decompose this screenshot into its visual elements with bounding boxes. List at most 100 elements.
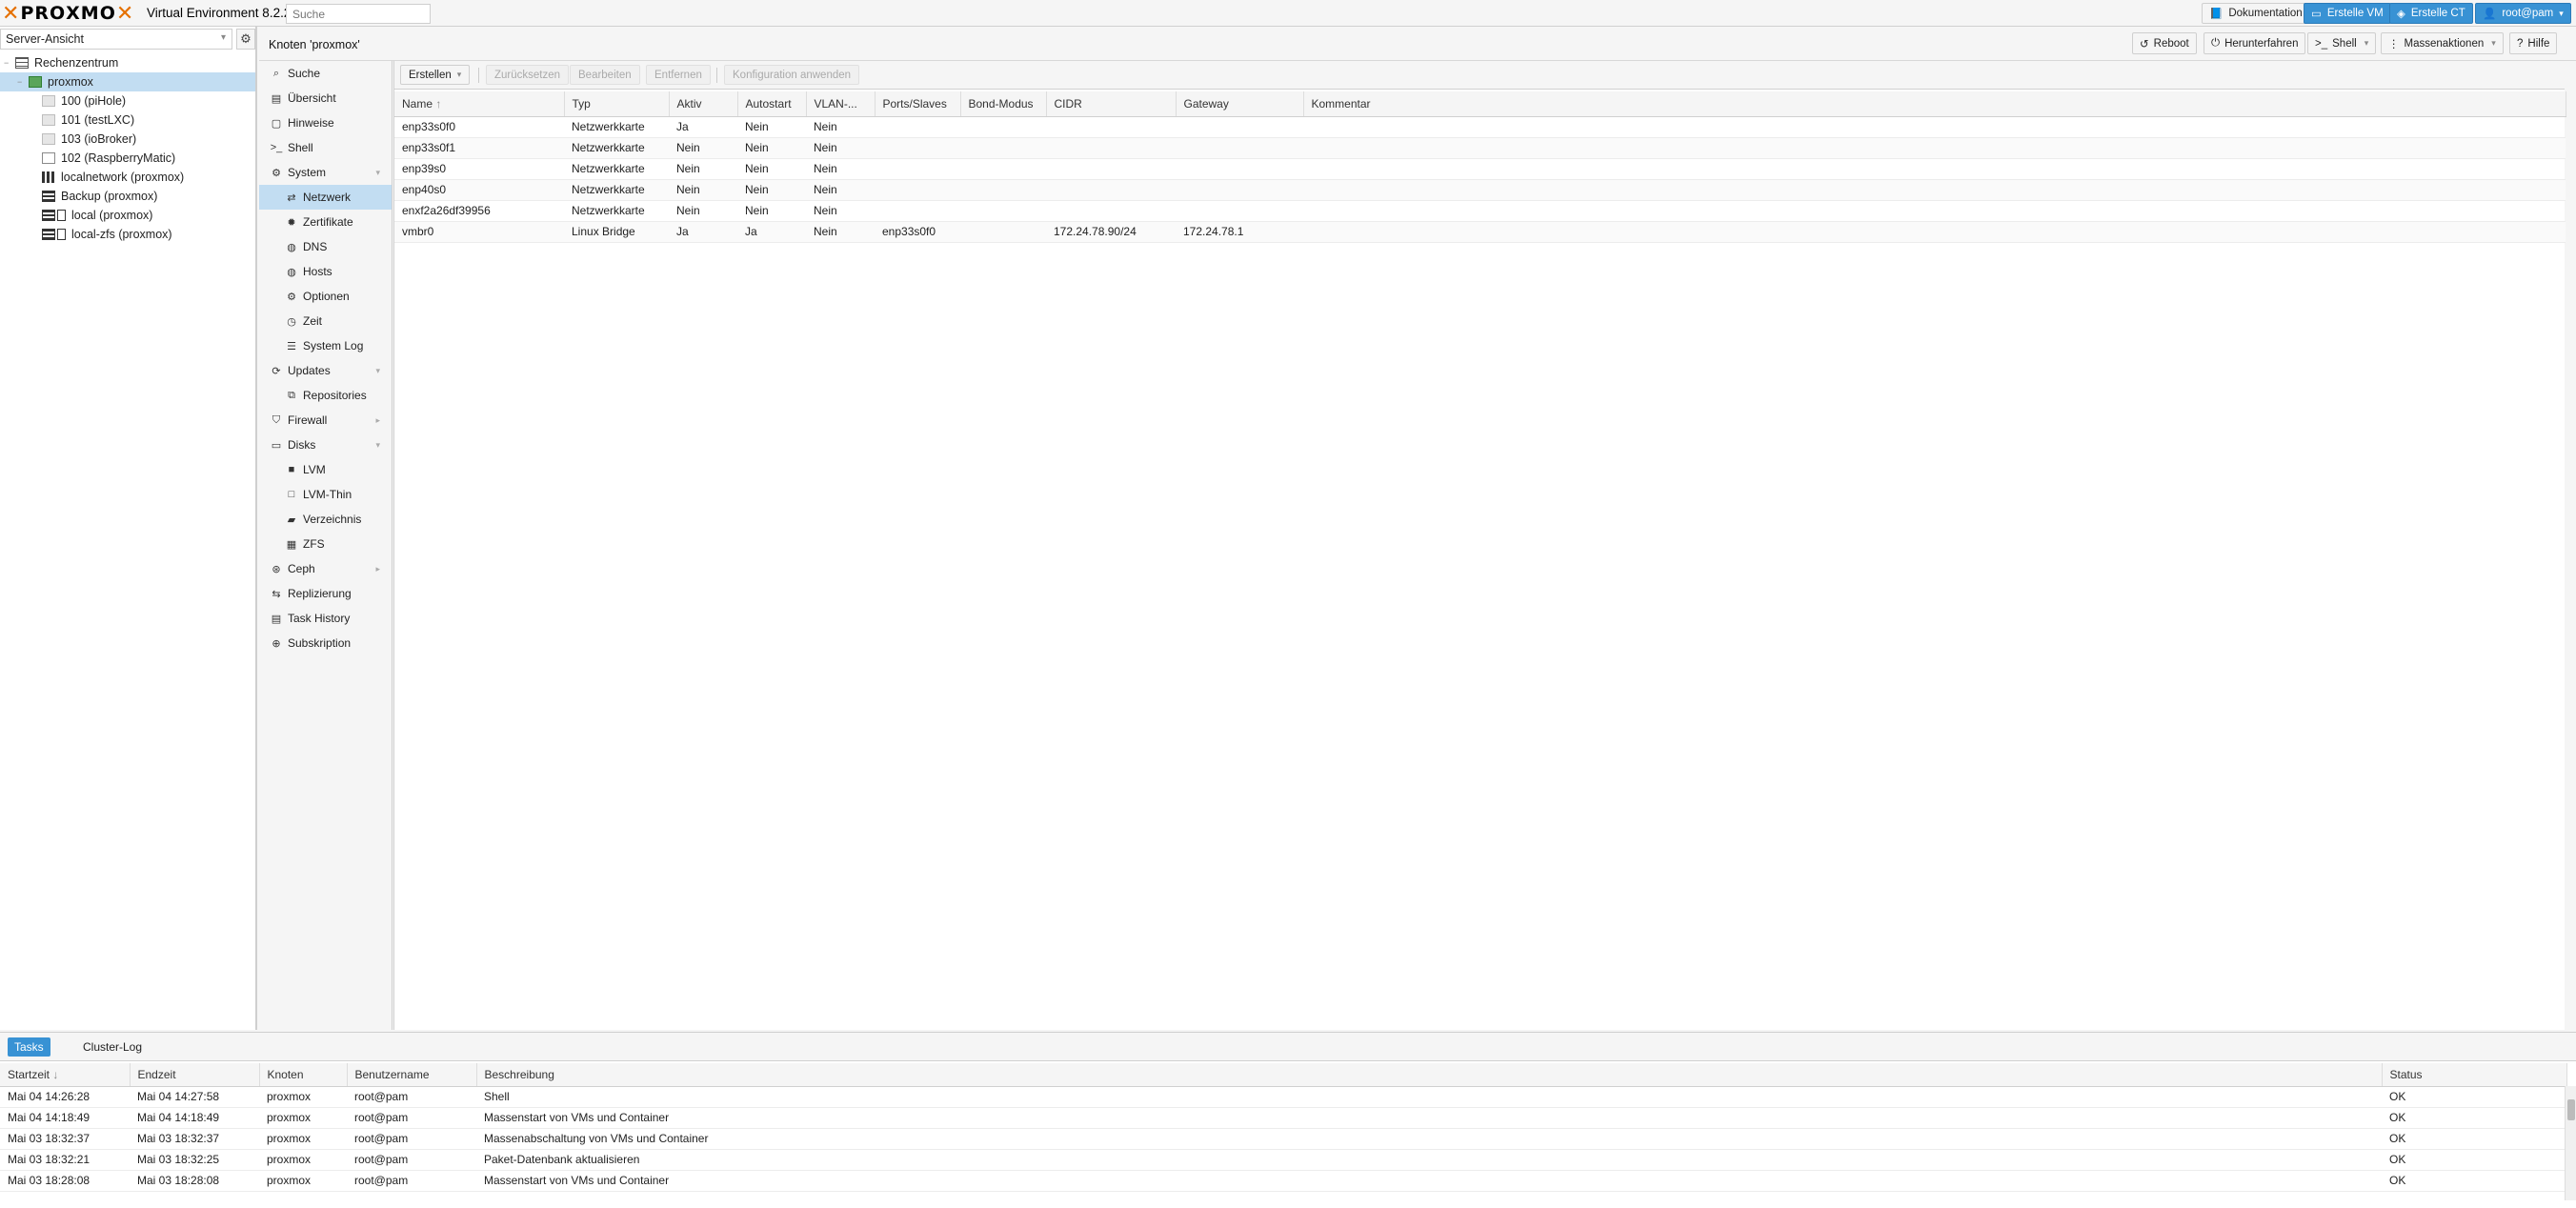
menu-item-firewall[interactable]: ⛉ Firewall ▸ xyxy=(259,408,392,433)
revert-button[interactable]: Zurücksetzen xyxy=(486,65,570,85)
table-row[interactable]: enxf2a26df39956 Netzwerkkarte Nein Nein Nein xyxy=(394,200,2566,222)
table-row[interactable]: enp39s0 Netzwerkkarte Nein Nein Nein xyxy=(394,158,2566,180)
menu-item-subscription[interactable]: ⊕ Subskription xyxy=(259,631,392,655)
column-header-start-time[interactable]: Startzeit ↓ xyxy=(0,1063,131,1087)
tasks-scrollbar[interactable] xyxy=(2565,1086,2576,1200)
shell-button[interactable]: >_ Shell ▾ xyxy=(2307,32,2377,54)
column-header-autostart[interactable]: Autostart xyxy=(737,91,807,117)
tree-item-backup-storage[interactable]: Backup (proxmox) xyxy=(0,187,255,206)
cell-status: OK xyxy=(2382,1170,2566,1192)
content-header: Knoten 'proxmox' ↺ Reboot ⏻ Herunterfahr… xyxy=(259,27,2576,61)
tree-item-node-proxmox[interactable]: − proxmox xyxy=(0,72,255,91)
column-header-comment[interactable]: Kommentar xyxy=(1303,91,2566,117)
menu-item-lvm-thin[interactable]: □ LVM-Thin xyxy=(259,482,392,507)
cell-node: proxmox xyxy=(259,1149,347,1171)
menu-item-replication[interactable]: ⇆ Replizierung xyxy=(259,581,392,606)
menu-item-summary[interactable]: ▤ Übersicht xyxy=(259,86,392,111)
tree-item-local-zfs-storage[interactable]: local-zfs (proxmox) xyxy=(0,225,255,244)
apply-config-button[interactable]: Konfiguration anwenden xyxy=(724,65,860,85)
global-search-input[interactable] xyxy=(286,4,431,24)
collapse-icon[interactable]: − xyxy=(17,77,29,87)
network-panel: Erstellen ▾ Zurücksetzen Bearbeiten Entf… xyxy=(393,61,2566,1030)
menu-item-ceph[interactable]: ⊛ Ceph ▸ xyxy=(259,556,392,581)
tree-settings-gear-icon[interactable]: ⚙ xyxy=(236,29,255,50)
table-row[interactable]: Mai 03 18:32:21 Mai 03 18:32:25 proxmox roo… xyxy=(0,1149,2566,1171)
cell-gateway xyxy=(1176,116,1303,138)
menu-item-repositories[interactable]: ⧉ Repositories xyxy=(259,383,392,408)
tree-item-local-storage[interactable]: local (proxmox) xyxy=(0,206,255,225)
toolbar-separator xyxy=(716,68,717,83)
menu-item-hosts[interactable]: ◍ Hosts xyxy=(259,259,392,284)
remove-button[interactable]: Entfernen xyxy=(646,65,711,85)
menu-item-updates[interactable]: ⟳ Updates ▾ xyxy=(259,358,392,383)
menu-item-search[interactable]: ⌕ Suche xyxy=(259,61,392,86)
collapse-icon[interactable]: − xyxy=(4,58,15,68)
menu-item-system-log[interactable]: ☰ System Log xyxy=(259,333,392,358)
column-header-gateway[interactable]: Gateway xyxy=(1176,91,1304,117)
edit-button[interactable]: Bearbeiten xyxy=(570,65,640,85)
cell-vlan: Nein xyxy=(806,221,875,243)
cell-active: Nein xyxy=(669,200,737,222)
menu-item-dns[interactable]: ◍ DNS xyxy=(259,234,392,259)
column-header-name[interactable]: Name ↑ xyxy=(394,91,565,117)
view-selector[interactable]: Server-Ansicht ▾ xyxy=(0,29,232,50)
table-row[interactable]: enp33s0f0 Netzwerkkarte Ja Nein Nein xyxy=(394,116,2566,138)
support-icon: ⊕ xyxy=(272,637,281,650)
menu-item-task-history[interactable]: ▤ Task History xyxy=(259,606,392,631)
table-row[interactable]: enp33s0f1 Netzwerkkarte Nein Nein Nein xyxy=(394,137,2566,159)
column-header-cidr[interactable]: CIDR xyxy=(1046,91,1177,117)
tree-item-vm-102[interactable]: 102 (RaspberryMatic) xyxy=(0,149,255,168)
bulk-actions-button[interactable]: ⋮ Massenaktionen ▾ xyxy=(2381,32,2504,54)
table-row[interactable]: Mai 04 14:26:28 Mai 04 14:27:58 proxmox roo… xyxy=(0,1086,2566,1108)
chevron-down-icon: ▾ xyxy=(375,167,380,177)
help-button[interactable]: ? Hilfe xyxy=(2509,32,2558,54)
table-row[interactable]: enp40s0 Netzwerkkarte Nein Nein Nein xyxy=(394,179,2566,201)
column-header-vlan[interactable]: VLAN-... xyxy=(806,91,875,117)
cell-bond xyxy=(960,200,1046,222)
tree-item-ct-100[interactable]: 100 (piHole) xyxy=(0,91,255,111)
scrollbar-thumb[interactable] xyxy=(2567,1099,2575,1120)
user-menu-button[interactable]: 👤 root@pam ▾ xyxy=(2475,3,2571,24)
tree-item-ct-103[interactable]: 103 (ioBroker) xyxy=(0,130,255,149)
table-row[interactable]: vmbr0 Linux Bridge Ja Ja Nein enp33s0f0 172.24… xyxy=(394,221,2566,243)
column-header-description[interactable]: Beschreibung xyxy=(476,1063,2383,1087)
menu-item-directory[interactable]: ▰ Verzeichnis xyxy=(259,507,392,532)
table-row[interactable]: Mai 03 18:28:08 Mai 03 18:28:08 proxmox roo… xyxy=(0,1170,2566,1192)
reboot-button[interactable]: ↺ Reboot xyxy=(2132,32,2197,54)
menu-item-zfs[interactable]: ▦ ZFS xyxy=(259,532,392,556)
tree-item-localnetwork[interactable]: localnetwork (proxmox) xyxy=(0,168,255,187)
ceph-icon: ⊛ xyxy=(272,563,281,575)
create-ct-button[interactable]: ◈ Erstelle CT xyxy=(2389,3,2473,24)
column-header-user[interactable]: Benutzername xyxy=(347,1063,477,1087)
container-icon xyxy=(42,114,55,126)
column-header-node[interactable]: Knoten xyxy=(259,1063,348,1087)
column-header-ports[interactable]: Ports/Slaves xyxy=(875,91,961,117)
menu-item-shell[interactable]: >_ Shell xyxy=(259,135,392,160)
column-header-end-time[interactable]: Endzeit xyxy=(130,1063,260,1087)
column-header-type[interactable]: Typ xyxy=(564,91,670,117)
power-icon: ⏻ xyxy=(2211,37,2221,49)
menu-item-time[interactable]: ◷ Zeit xyxy=(259,309,392,333)
menu-item-system[interactable]: ⚙ System ▾ xyxy=(259,160,392,185)
column-header-bond-mode[interactable]: Bond-Modus xyxy=(960,91,1047,117)
cell-bond xyxy=(960,158,1046,180)
create-vm-button[interactable]: ▭ Erstelle VM xyxy=(2304,3,2391,24)
table-row[interactable]: Mai 04 14:18:49 Mai 04 14:18:49 proxmox roo… xyxy=(0,1107,2566,1129)
documentation-button[interactable]: 📘 Dokumentation xyxy=(2202,3,2310,24)
cell-user: root@pam xyxy=(347,1149,476,1171)
menu-item-network[interactable]: ⇄ Netzwerk xyxy=(259,185,392,210)
shutdown-button[interactable]: ⏻ Herunterfahren xyxy=(2204,32,2306,54)
menu-item-options[interactable]: ⚙ Optionen xyxy=(259,284,392,309)
tab-cluster-log[interactable]: Cluster-Log xyxy=(76,1037,149,1057)
menu-item-disks[interactable]: ▭ Disks ▾ xyxy=(259,433,392,457)
menu-item-certificates[interactable]: ✹ Zertifikate xyxy=(259,210,392,234)
table-row[interactable]: Mai 03 18:32:37 Mai 03 18:32:37 proxmox roo… xyxy=(0,1128,2566,1150)
menu-item-notes[interactable]: ▢ Hinweise xyxy=(259,111,392,135)
tab-tasks[interactable]: Tasks xyxy=(8,1037,50,1057)
menu-item-lvm[interactable]: ■ LVM xyxy=(259,457,392,482)
column-header-status[interactable]: Status xyxy=(2382,1063,2567,1087)
tree-item-ct-101[interactable]: 101 (testLXC) xyxy=(0,111,255,130)
tree-item-datacenter[interactable]: − Rechenzentrum xyxy=(0,53,255,72)
create-button[interactable]: Erstellen ▾ xyxy=(400,65,471,85)
column-header-active[interactable]: Aktiv xyxy=(669,91,738,117)
